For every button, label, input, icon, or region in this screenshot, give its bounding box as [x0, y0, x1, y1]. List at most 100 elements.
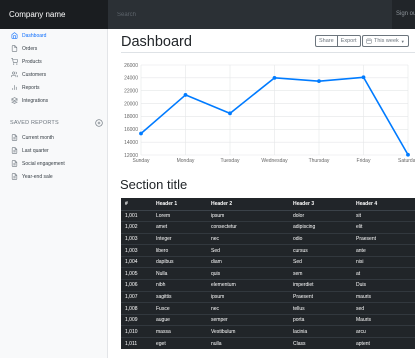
table-cell: Praesent [352, 232, 415, 245]
table-row: 1,003 libero Sed cursus ante [121, 244, 415, 257]
users-icon [11, 71, 18, 78]
table-header: Header 2 [207, 198, 289, 211]
sidebar-item-dashboard[interactable]: Dashboard [0, 29, 107, 42]
x-tick-label: Friday [357, 158, 371, 164]
table-cell: Mauris [352, 313, 415, 326]
table-cell: sed [352, 302, 415, 315]
table-cell: 1,008 [121, 302, 152, 315]
table-cell: nec [207, 302, 289, 315]
x-tick-label: Monday [177, 158, 195, 164]
data-point [139, 131, 143, 136]
table-cell: 1,006 [121, 279, 152, 292]
table-cell: imperdiet [289, 279, 352, 292]
x-tick-label: Saturday [398, 158, 415, 164]
data-point [272, 75, 277, 80]
table-cell: lacinia [289, 325, 352, 338]
table-cell: Lorem [152, 209, 207, 222]
caret-down-icon: ▼ [400, 38, 405, 44]
data-point [361, 75, 366, 80]
table-cell: sem [289, 267, 352, 280]
section-title: Section title [120, 177, 188, 192]
x-tick-label: Thursday [309, 158, 330, 164]
table-cell: aptent [352, 337, 415, 350]
saved-report-last-quarter[interactable]: Last quarter [0, 144, 107, 157]
table-cell: 1,004 [121, 255, 152, 268]
table-cell: massa [152, 325, 207, 338]
table-cell: cursus [289, 244, 352, 257]
sidebar-item-integrations[interactable]: Integrations [0, 94, 107, 107]
table-cell: amet [152, 221, 207, 234]
saved-report-label: Current month [22, 134, 54, 141]
table-cell: 1,011 [121, 337, 152, 350]
data-point [183, 93, 188, 97]
bar-chart-icon [11, 84, 18, 91]
file-icon [11, 45, 18, 52]
table-cell: nulla [207, 337, 289, 350]
sidebar-item-products[interactable]: Products [0, 55, 107, 68]
table-cell: odio [289, 232, 352, 245]
line-chart: 1200014000160001800020000220002400026000… [124, 63, 415, 164]
table-cell: elementum [207, 279, 289, 292]
brand-name[interactable]: Company name [0, 0, 108, 29]
sign-out-link[interactable]: Sign ou [396, 0, 415, 29]
table-row: 1,005 Nulla quis sem at [121, 267, 415, 280]
y-tick-label: 22000 [124, 89, 138, 95]
table-cell: 1,007 [121, 290, 152, 303]
data-point [228, 111, 232, 116]
y-tick-label: 20000 [124, 101, 138, 107]
table-cell: dapibus [152, 255, 207, 268]
table-cell: Duis [352, 279, 415, 292]
table-cell: Vestibulum [207, 325, 289, 338]
table-cell: 1,010 [121, 325, 152, 338]
page-title: Dashboard [121, 34, 192, 50]
y-tick-label: 24000 [124, 76, 138, 82]
x-tick-label: Tuesday [221, 158, 240, 164]
sidebar-item-customers[interactable]: Customers [0, 68, 107, 81]
table-row: 1,010 massa Vestibulum lacinia arcu [121, 325, 415, 338]
table-cell: Integer [152, 232, 207, 245]
saved-reports-heading: SAVED REPORTS [10, 120, 59, 126]
table-header: Header 1 [152, 198, 207, 211]
export-button[interactable]: Export [337, 35, 361, 47]
table-cell: consectetur [207, 221, 289, 234]
file-text-icon [11, 173, 18, 180]
this-week-dropdown[interactable]: This week ▼ [362, 35, 409, 47]
table-cell: elit [352, 221, 415, 234]
table-cell: 1,002 [121, 221, 152, 234]
sidebar-item-reports[interactable]: Reports [0, 81, 107, 94]
search-input[interactable] [108, 0, 392, 29]
table-cell: libero [152, 244, 207, 257]
calendar-icon [366, 38, 372, 44]
sidebar: Dashboard Orders Products Customers Repo… [0, 29, 108, 358]
table-cell: sagittis [152, 290, 207, 303]
cart-icon [11, 58, 18, 65]
y-tick-label: 16000 [124, 127, 138, 133]
sidebar-item-label: Orders [22, 45, 38, 52]
table-row: 1,001 Lorem ipsum dolor sit [121, 209, 415, 222]
table-cell: at [352, 267, 415, 280]
saved-report-year-end-sale[interactable]: Year-end sale [0, 170, 107, 183]
home-icon [11, 32, 18, 39]
data-point [317, 79, 321, 84]
saved-report-current-month[interactable]: Current month [0, 131, 107, 144]
file-text-icon [11, 160, 18, 167]
table-header-row: # Header 1 Header 2 Header 3 Header 4 [121, 198, 415, 211]
table-cell: Praesent [289, 290, 352, 303]
share-button[interactable]: Share [315, 35, 338, 47]
table-cell: arcu [352, 325, 415, 338]
x-tick-label: Wednesday [261, 158, 288, 164]
saved-report-label: Social engagement [22, 160, 65, 167]
add-report-icon[interactable] [95, 119, 103, 127]
table-row: 1,009 augue semper porta Mauris [121, 313, 415, 326]
y-tick-label: 26000 [124, 63, 138, 69]
table-row: 1,004 dapibus diam Sed nisi [121, 255, 415, 268]
table-header: # [121, 198, 152, 211]
table-cell: adipiscing [289, 221, 352, 234]
layers-icon [11, 97, 18, 104]
this-week-label: This week [374, 38, 399, 44]
saved-report-social-engagement[interactable]: Social engagement [0, 157, 107, 170]
sidebar-item-orders[interactable]: Orders [0, 42, 107, 55]
y-tick-label: 18000 [124, 114, 138, 120]
table-cell: ipsum [207, 290, 289, 303]
table-cell: tellus [289, 302, 352, 315]
